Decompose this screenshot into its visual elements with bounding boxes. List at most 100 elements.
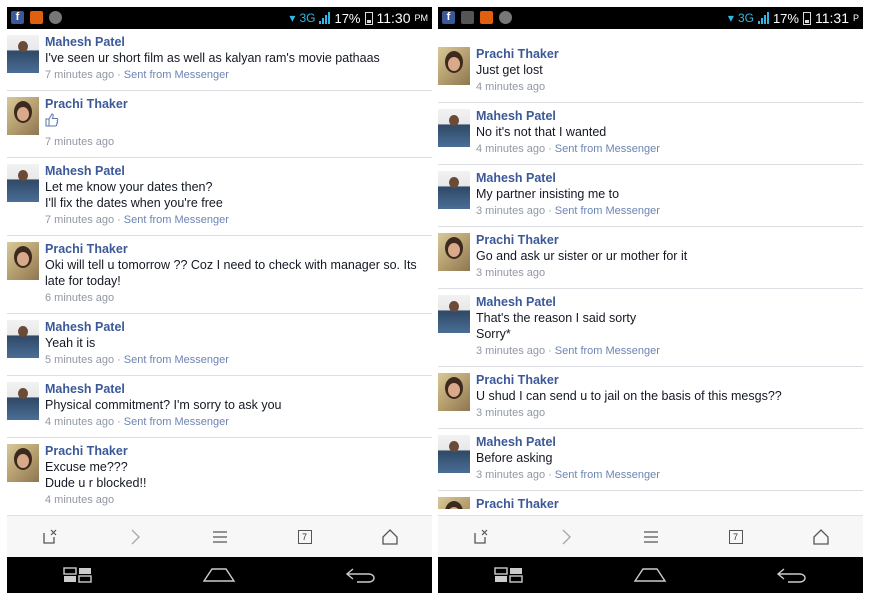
- avatar[interactable]: [7, 320, 39, 358]
- close-tab-button[interactable]: [30, 521, 70, 553]
- message-text: No it's not that I wanted: [476, 125, 607, 139]
- forward-icon: [562, 529, 571, 544]
- forward-button[interactable]: [546, 521, 586, 553]
- message-item: Mahesh Patel My partner insisting me to 3 …: [438, 165, 863, 227]
- battery-percent: 17%: [772, 10, 799, 26]
- recent-apps-button[interactable]: [53, 560, 103, 590]
- message-item: Mahesh Patel Physical commitment? I'm sor…: [7, 376, 432, 438]
- facebook-notification-icon: f: [11, 11, 24, 24]
- menu-icon: [643, 530, 658, 543]
- meta-separator: ·: [548, 143, 552, 155]
- recent-apps-icon: [63, 567, 92, 583]
- avatar[interactable]: [438, 47, 470, 85]
- menu-button[interactable]: [631, 521, 671, 553]
- timestamp: 6 minutes ago: [45, 292, 115, 304]
- forward-button[interactable]: [115, 521, 155, 553]
- message-feed[interactable]: Mahesh Patel I've seen ur short film as w…: [7, 29, 432, 509]
- sync-notification-icon: [499, 11, 512, 24]
- battery-percent: 17%: [334, 10, 361, 26]
- timestamp: 3 minutes ago: [476, 205, 546, 217]
- meta-separator: ·: [117, 69, 121, 81]
- facebook-notification-icon: f: [442, 11, 455, 24]
- browser-toolbar: 7: [438, 515, 863, 557]
- avatar[interactable]: [438, 497, 470, 509]
- message-text: Let me know your dates then? I'll fix th…: [45, 180, 223, 210]
- message-text: Excuse me??? Dude u r blocked!!: [45, 460, 147, 490]
- avatar[interactable]: [7, 382, 39, 420]
- sent-from-messenger-link[interactable]: Sent from Messenger: [124, 415, 229, 430]
- message-text: That's the reason I said sorty Sorry*: [476, 311, 637, 341]
- meta-separator: ·: [548, 205, 552, 217]
- timestamp: 4 minutes ago: [476, 143, 546, 155]
- message-meta: 4 minutes ago · Sent from Messenger: [45, 415, 424, 430]
- network-type: 3G: [737, 11, 754, 25]
- message-item: Mahesh Patel Yeah it is 5 minutes ago · Sent…: [7, 314, 432, 376]
- sent-from-messenger-link[interactable]: Sent from Messenger: [555, 204, 660, 219]
- author-name[interactable]: Mahesh Patel: [476, 435, 855, 450]
- home-nav-button[interactable]: [625, 560, 675, 590]
- author-name[interactable]: Prachi Thaker: [476, 497, 855, 509]
- message-meta: 7 minutes ago · Sent from Messenger: [45, 68, 424, 83]
- sync-notification-icon: [49, 11, 62, 24]
- message-meta: 4 minutes ago: [476, 80, 855, 95]
- back-button[interactable]: [767, 560, 817, 590]
- sent-from-messenger-link[interactable]: Sent from Messenger: [124, 213, 229, 228]
- sent-from-messenger-link[interactable]: Sent from Messenger: [555, 142, 660, 157]
- message-item: Mahesh Patel I've seen ur short film as w…: [7, 29, 432, 91]
- tabs-button[interactable]: 7: [285, 521, 325, 553]
- avatar[interactable]: [7, 35, 39, 73]
- home-button[interactable]: [370, 521, 410, 553]
- wifi-icon: ▾: [289, 11, 296, 25]
- avatar[interactable]: [438, 373, 470, 411]
- message-meta: 7 minutes ago · Sent from Messenger: [45, 213, 424, 228]
- author-name[interactable]: Mahesh Patel: [45, 382, 424, 397]
- sent-from-messenger-link[interactable]: Sent from Messenger: [555, 468, 660, 483]
- avatar[interactable]: [438, 109, 470, 147]
- clock-ampm: PM: [414, 13, 429, 23]
- message-item: Prachi Thaker Go and ask ur sister or ur …: [438, 227, 863, 289]
- right-screenshot: f ▾ 3G 17% 11:31 P Prachi Thaker Just get…: [438, 7, 863, 593]
- timestamp: 7 minutes ago: [45, 69, 115, 81]
- author-name[interactable]: Prachi Thaker: [476, 373, 855, 388]
- message-item: Prachi Thaker 7 minutes ago: [7, 91, 432, 158]
- avatar[interactable]: [438, 233, 470, 271]
- avatar[interactable]: [438, 435, 470, 473]
- author-name[interactable]: Prachi Thaker: [45, 242, 424, 257]
- message-meta: 6 minutes ago: [45, 291, 424, 306]
- avatar[interactable]: [7, 164, 39, 202]
- avatar[interactable]: [7, 444, 39, 482]
- browser-toolbar: 7: [7, 515, 432, 557]
- menu-button[interactable]: [200, 521, 240, 553]
- author-name[interactable]: Mahesh Patel: [45, 164, 424, 179]
- author-name[interactable]: Mahesh Patel: [476, 109, 855, 124]
- author-name[interactable]: Prachi Thaker: [45, 444, 424, 459]
- author-name[interactable]: Mahesh Patel: [476, 171, 855, 186]
- meta-separator: ·: [117, 214, 121, 226]
- home-nav-button[interactable]: [194, 560, 244, 590]
- author-name[interactable]: Prachi Thaker: [476, 47, 855, 62]
- sent-from-messenger-link[interactable]: Sent from Messenger: [124, 353, 229, 368]
- sent-from-messenger-link[interactable]: Sent from Messenger: [555, 344, 660, 359]
- close-tab-button[interactable]: [461, 521, 501, 553]
- clock-ampm: P: [852, 13, 859, 23]
- timestamp: 7 minutes ago: [45, 214, 115, 226]
- author-name[interactable]: Prachi Thaker: [45, 97, 424, 112]
- avatar[interactable]: [7, 242, 39, 280]
- signal-icon: [757, 12, 769, 24]
- avatar[interactable]: [438, 295, 470, 333]
- back-button[interactable]: [336, 560, 386, 590]
- author-name[interactable]: Mahesh Patel: [45, 320, 424, 335]
- message-feed[interactable]: Prachi Thaker Just get lost 4 minutes ago M…: [438, 29, 863, 509]
- close-tab-icon: [473, 529, 487, 544]
- sent-from-messenger-link[interactable]: Sent from Messenger: [124, 68, 229, 83]
- author-name[interactable]: Prachi Thaker: [476, 233, 855, 248]
- author-name[interactable]: Mahesh Patel: [476, 295, 855, 310]
- avatar[interactable]: [438, 171, 470, 209]
- recent-apps-button[interactable]: [484, 560, 534, 590]
- message-meta: 3 minutes ago: [476, 266, 855, 281]
- home-button[interactable]: [801, 521, 841, 553]
- avatar[interactable]: [7, 97, 39, 135]
- author-name[interactable]: Mahesh Patel: [45, 35, 424, 50]
- tabs-button[interactable]: 7: [716, 521, 756, 553]
- menu-icon: [212, 530, 227, 543]
